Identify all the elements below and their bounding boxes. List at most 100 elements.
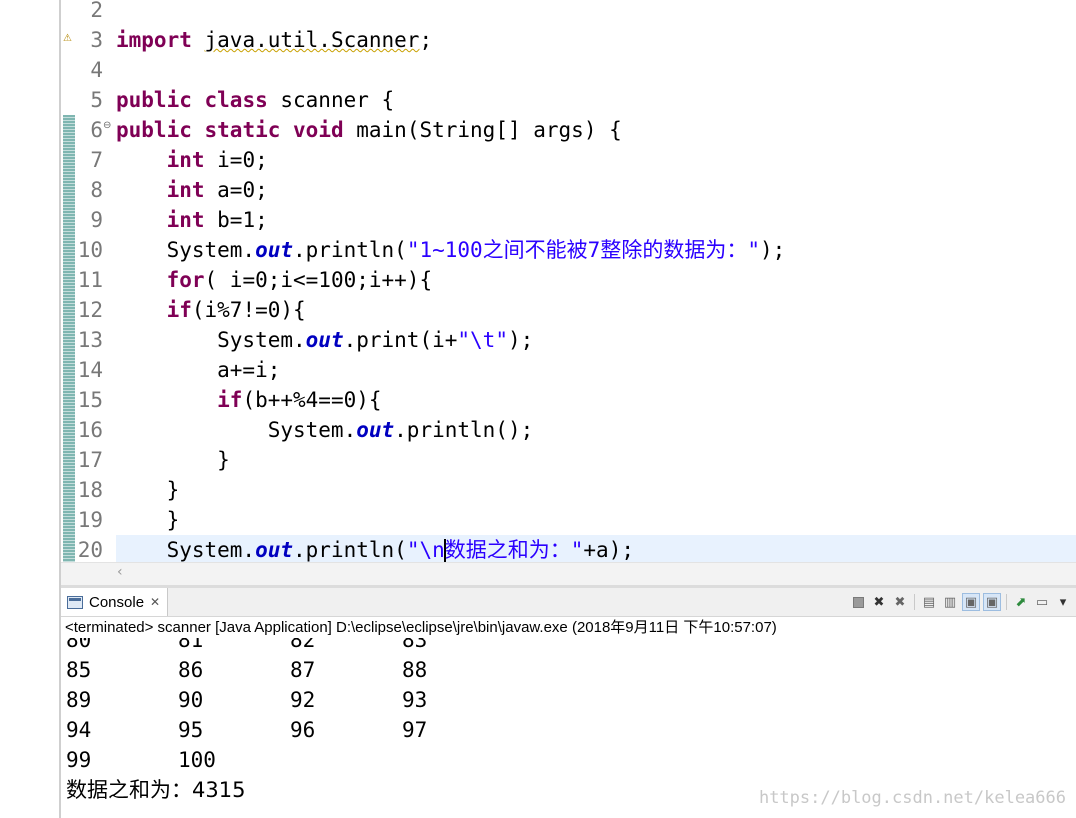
code-line-16[interactable]: 16 System.out.println(); <box>61 415 1076 445</box>
clear-console-icon[interactable]: ▤ <box>920 593 938 611</box>
close-icon[interactable]: ✕ <box>150 595 160 609</box>
warning-icon[interactable]: ⚠ <box>63 33 75 45</box>
quickdiff-marker <box>63 115 75 145</box>
code-text[interactable]: import java.util.Scanner; <box>116 25 1076 55</box>
code-line-9[interactable]: 9 int b=1; <box>61 205 1076 235</box>
scroll-lock-icon[interactable]: ▥ <box>941 593 959 611</box>
code-text[interactable]: int b=1; <box>116 205 1076 235</box>
console-output-value: 92 <box>290 688 316 712</box>
code-token-kw: static <box>204 118 281 142</box>
code-line-5[interactable]: 5 public class scanner { <box>61 85 1076 115</box>
code-text[interactable]: if(i%7!=0){ <box>116 295 1076 325</box>
code-text[interactable]: public static void main(String[] args) { <box>116 115 1076 145</box>
code-text[interactable]: System.out.println("\n数据之和为："+a); <box>116 535 1076 565</box>
code-text[interactable]: a+=i; <box>116 355 1076 385</box>
console-output-row: 99 100 <box>66 745 514 775</box>
line-number: 17 <box>77 448 103 472</box>
code-editor[interactable]: 2 ⚠ 3 import java.util.Scanner; 4 5 public cla… <box>61 0 1076 586</box>
line-number: 16 <box>77 418 103 442</box>
console-output-row: 94 95 96 97 <box>66 715 514 745</box>
code-lines: 2 ⚠ 3 import java.util.Scanner; 4 5 public cla… <box>61 0 1076 565</box>
code-text[interactable]: if(b++%4==0){ <box>116 385 1076 415</box>
remove-launch-icon[interactable]: ✖ <box>870 593 888 611</box>
quickdiff-marker <box>63 0 75 25</box>
quickdiff-marker <box>63 445 75 475</box>
code-text[interactable]: } <box>116 475 1076 505</box>
console-output-row: 85 86 87 88 <box>66 655 514 685</box>
code-text[interactable] <box>116 55 1076 85</box>
code-token-plain: ); <box>507 328 534 352</box>
code-text[interactable]: System.out.print(i+"\t"); <box>116 325 1076 355</box>
quickdiff-marker <box>63 85 75 115</box>
display-console-icon[interactable]: ▭ <box>1033 593 1051 611</box>
line-number: 6 <box>90 118 103 142</box>
code-text[interactable]: int a=0; <box>116 175 1076 205</box>
code-token-plain: a+=i; <box>116 358 281 382</box>
code-text[interactable]: int i=0; <box>116 145 1076 175</box>
line-number: 13 <box>77 328 103 352</box>
console-output-value: 83 <box>402 638 428 652</box>
code-token-warn: java.util.Scanner <box>204 28 420 52</box>
code-line-15[interactable]: 15 if(b++%4==0){ <box>61 385 1076 415</box>
show-on-stdout-icon[interactable]: ▣ <box>962 593 980 611</box>
code-line-6[interactable]: 6 ⊖ public static void main(String[] args)… <box>61 115 1076 145</box>
code-line-18[interactable]: 18 } <box>61 475 1076 505</box>
terminate-icon[interactable] <box>849 593 867 611</box>
code-line-7[interactable]: 7 int i=0; <box>61 145 1076 175</box>
console-output-value: 90 <box>178 688 204 712</box>
console-tab[interactable]: Console ✕ <box>61 588 168 616</box>
code-line-17[interactable]: 17 } <box>61 445 1076 475</box>
console-output-lines: 80 81 82 83 85 86 87 88 89 90 92 93 94 95 96 97 99 100 数据之… <box>66 638 514 805</box>
pin-console-icon[interactable]: ⬈ <box>1012 593 1030 611</box>
quickdiff-marker <box>63 415 75 445</box>
show-on-stderr-icon[interactable]: ▣ <box>983 593 1001 611</box>
code-text[interactable]: public class scanner { <box>116 85 1076 115</box>
code-token-str: "\n <box>406 538 445 562</box>
code-token-plain: main(String[] args) { <box>343 118 622 142</box>
view-menu-chevron-down-icon[interactable]: ▾ <box>1054 593 1072 611</box>
code-line-10[interactable]: 10 System.out.println("1~100之间不能被7整除的数据为… <box>61 235 1076 265</box>
code-text[interactable]: System.out.println("1~100之间不能被7整除的数据为：")… <box>116 235 1076 265</box>
code-line-20[interactable]: 20 System.out.println("\n数据之和为："+a); <box>61 535 1076 565</box>
quickdiff-marker <box>63 295 75 325</box>
console-output-value: 93 <box>402 688 428 712</box>
code-token-plain: System. <box>116 328 306 352</box>
code-text[interactable]: } <box>116 445 1076 475</box>
code-text[interactable]: for( i=0;i<=100;i++){ <box>116 265 1076 295</box>
code-line-3[interactable]: ⚠ 3 import java.util.Scanner; <box>61 25 1076 55</box>
code-token-kw: for <box>166 268 205 292</box>
code-text[interactable] <box>116 0 1076 25</box>
editor-horizontal-scrollbar[interactable]: ‹ <box>61 562 1076 585</box>
code-text[interactable]: System.out.println(); <box>116 415 1076 445</box>
console-output-value: 87 <box>290 658 316 682</box>
code-token-fld: out <box>255 238 294 262</box>
code-token-plain: i=0; <box>204 148 268 172</box>
console-output-row: 89 90 92 93 <box>66 685 514 715</box>
console-status-line: <terminated> scanner [Java Application] … <box>61 617 1076 638</box>
line-number: 2 <box>90 0 103 22</box>
line-number: 15 <box>77 388 103 412</box>
code-line-2[interactable]: 2 <box>61 0 1076 25</box>
remove-all-terminated-icon[interactable]: ✖ <box>891 593 909 611</box>
code-token-kw: int <box>166 208 205 232</box>
fold-collapse-icon[interactable]: ⊖ <box>103 111 111 141</box>
scroll-left-arrow-icon[interactable]: ‹ <box>117 564 123 580</box>
code-line-11[interactable]: 11 for( i=0;i<=100;i++){ <box>61 265 1076 295</box>
code-line-19[interactable]: 19 } <box>61 505 1076 535</box>
console-view-header: Console ✕ ✖ ✖ ▤ ▥ ▣ ▣ ⬈ ▭ ▾ <box>61 588 1076 617</box>
code-line-8[interactable]: 8 int a=0; <box>61 175 1076 205</box>
code-line-12[interactable]: 12 if(i%7!=0){ <box>61 295 1076 325</box>
code-line-13[interactable]: 13 System.out.print(i+"\t"); <box>61 325 1076 355</box>
watermark: https://blog.csdn.net/kelea666 <box>758 788 1066 808</box>
code-line-4[interactable]: 4 <box>61 55 1076 85</box>
quickdiff-marker <box>63 175 75 205</box>
code-text[interactable]: } <box>116 505 1076 535</box>
code-line-14[interactable]: 14 a+=i; <box>61 355 1076 385</box>
